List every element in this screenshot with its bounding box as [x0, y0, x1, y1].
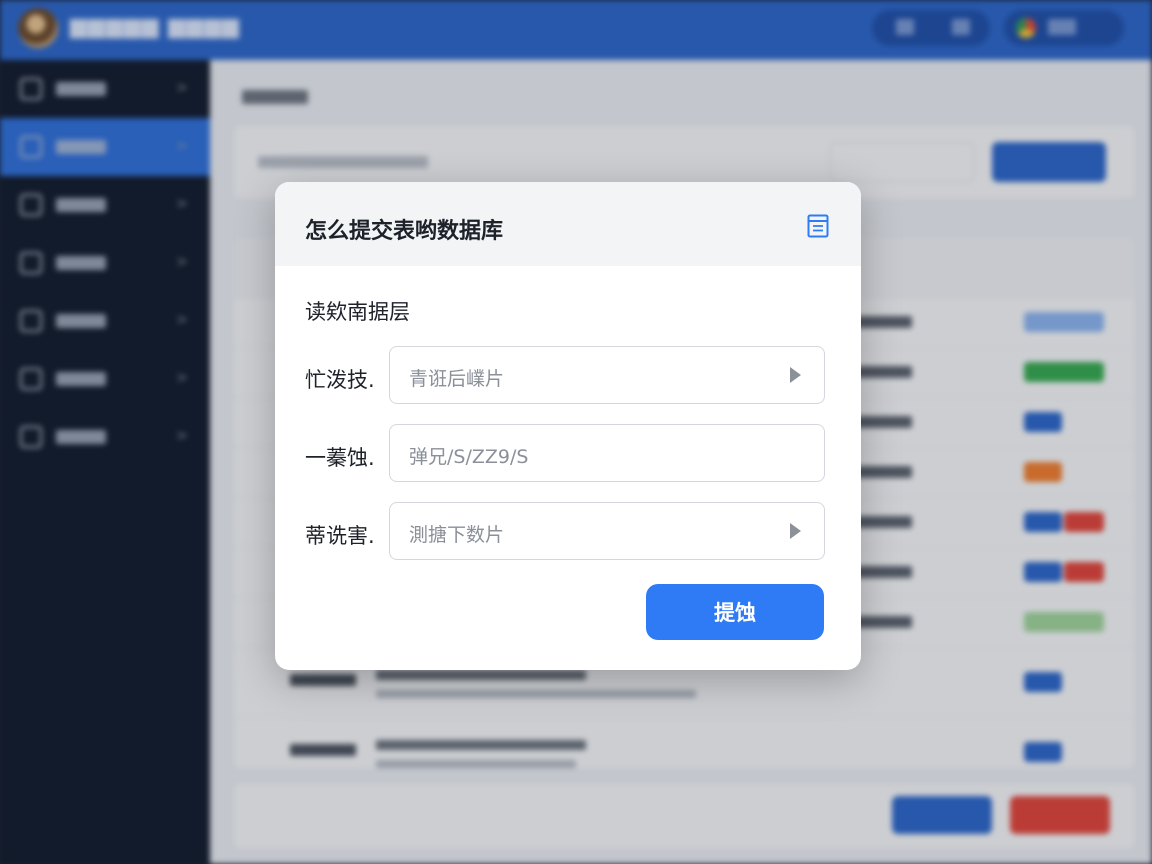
field-label: 蒂诜害.	[305, 524, 375, 548]
dialog-header: 怎么提交表哟数据库	[275, 182, 861, 266]
field-label: 忙泼技.	[305, 368, 375, 392]
submit-button[interactable]: 提蚀	[646, 584, 824, 640]
field-label: 一蓁蚀.	[305, 446, 375, 470]
select-field-1[interactable]: 青诳后嶫片	[389, 346, 825, 404]
section-title: 读欸南据层	[305, 300, 410, 324]
document-icon[interactable]	[807, 214, 829, 238]
text-field-2[interactable]: 弹兄/S/ZZ9/S	[389, 424, 825, 482]
field-value: 弹兄/S/ZZ9/S	[409, 446, 529, 468]
submit-dialog: 怎么提交表哟数据库 读欸南据层 忙泼技. 青诳后嶫片 一蓁蚀. 弹兄/S/ZZ9…	[275, 182, 861, 670]
select-field-3[interactable]: 測搪下数片	[389, 502, 825, 560]
caret-right-icon	[790, 367, 801, 383]
field-value: 青诳后嶫片	[409, 368, 505, 390]
field-value: 測搪下数片	[409, 524, 505, 546]
caret-right-icon	[790, 523, 801, 539]
dialog-title: 怎么提交表哟数据库	[305, 219, 504, 244]
